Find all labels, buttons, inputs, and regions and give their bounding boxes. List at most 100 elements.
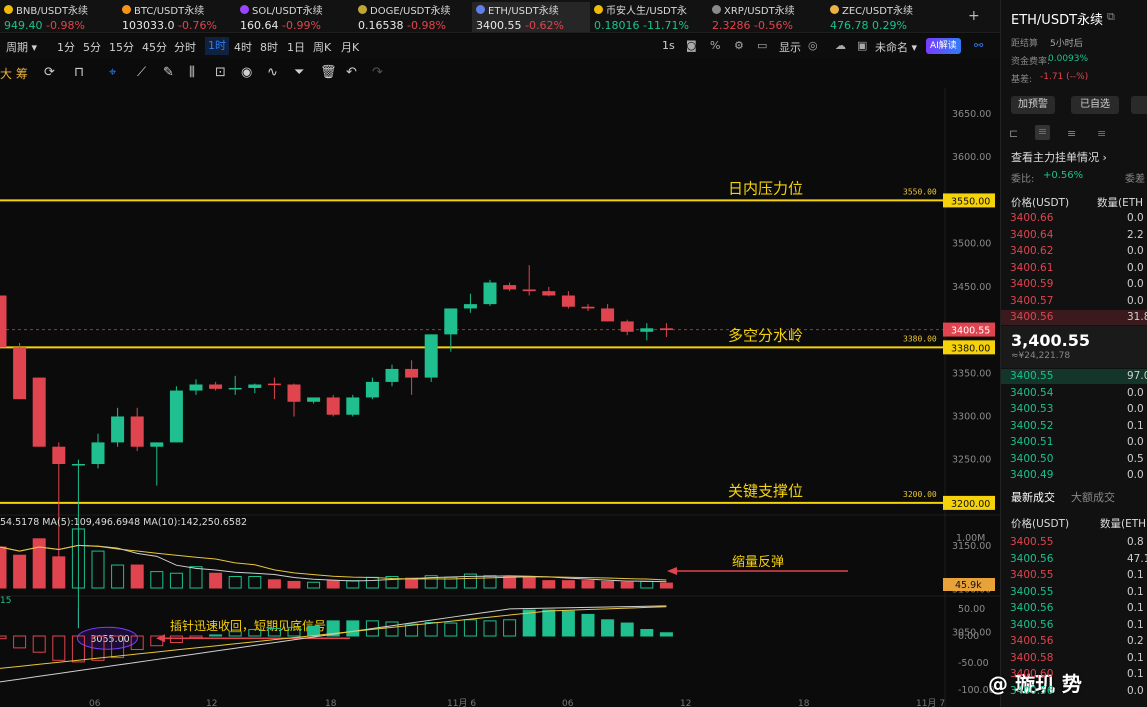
bid-price[interactable]: 3400.49 (1010, 469, 1053, 481)
layout-name-dropdown[interactable]: 未命名 ▾ (875, 39, 917, 55)
volume-bar (0, 546, 7, 589)
period-selector[interactable]: 周期 ▾ (6, 39, 37, 55)
crosshair-tool-icon[interactable]: ⌖ (109, 65, 116, 80)
brush-tool-icon[interactable]: ∿ (267, 65, 278, 80)
tab-latest-trades[interactable]: 最新成交 (1011, 489, 1055, 505)
bid-price[interactable]: 3400.51 (1010, 436, 1053, 448)
refresh-tool-icon[interactable]: ⟳ (44, 65, 55, 80)
tf-45m[interactable]: 45分 (142, 39, 167, 55)
ticker-symbol: BNB/USDT永续 (16, 6, 89, 17)
price-axis-label: 3650.00 (952, 109, 991, 120)
depth-bids-icon[interactable]: ≡ (1067, 127, 1076, 140)
add-alert-button[interactable]: 加预警 (1011, 96, 1055, 114)
depth-both-icon[interactable]: ⊏ (1009, 127, 1018, 140)
eye-icon[interactable]: ◎ (808, 39, 818, 52)
ask-price[interactable]: 3400.66 (1010, 212, 1053, 224)
ticker-tab[interactable]: 币安人生/USDT永 0.18016 -11.71% (590, 2, 708, 32)
ticker-tab[interactable]: DOGE/USDT永续 0.16538 -0.98% (354, 2, 472, 32)
ask-price[interactable]: 3400.56 (1010, 311, 1053, 323)
main-orders-link[interactable]: 查看主力挂单情况 › (1011, 149, 1107, 165)
tf-line[interactable]: 分时 (174, 39, 196, 55)
copy-icon[interactable]: ⧉ (1107, 10, 1115, 24)
magnet-tool-icon[interactable]: ⊓ (74, 65, 84, 80)
bid-price[interactable]: 3400.50 (1010, 453, 1053, 465)
level-annotation: 关键支撑位 (728, 482, 803, 500)
tf-week[interactable]: 周K (313, 39, 331, 55)
ask-price[interactable]: 3400.62 (1010, 245, 1053, 257)
more-button[interactable] (1131, 96, 1147, 114)
ticker-tab[interactable]: SOL/USDT永续 160.64 -0.99% (236, 2, 354, 32)
volume-bar (32, 538, 46, 589)
volume-bar (189, 566, 203, 589)
ruler-tool-icon[interactable]: ⟋ (137, 65, 146, 80)
ticker-tab[interactable]: BTC/USDT永续 103033.0 -0.76% (118, 2, 236, 32)
lock-tool-icon[interactable]: ⊡ (215, 65, 226, 80)
coin-icon (358, 5, 367, 14)
share-icon[interactable]: ⚯ (974, 39, 983, 52)
ask-price[interactable]: 3400.61 (1010, 262, 1053, 274)
trade-price: 3400.55 (1010, 585, 1054, 598)
display-button[interactable]: 显示 (779, 39, 801, 55)
ticker-tab[interactable]: ZEC/USDT永续 476.78 0.29% (826, 2, 944, 32)
tf-5m[interactable]: 5分 (83, 39, 101, 55)
delete-tool-icon[interactable]: 🗑 (320, 65, 337, 80)
ask-price[interactable]: 3400.59 (1010, 278, 1053, 290)
macd-bar (483, 620, 497, 637)
interval-1s[interactable]: 1s (662, 39, 675, 52)
tf-1m[interactable]: 1分 (57, 39, 75, 55)
candle-body (405, 368, 419, 378)
percent-icon[interactable]: % (710, 39, 720, 52)
ticker-tab[interactable]: XRP/USDT永续 2.3286 -0.56% (708, 2, 826, 32)
ticker-tab[interactable]: ETH/USDT永续 3400.55 -0.62% (472, 2, 590, 32)
settings-icon[interactable]: ⚙ (734, 39, 744, 52)
bid-price[interactable]: 3400.54 (1010, 387, 1053, 399)
pen-tool-icon[interactable]: ✎ (163, 65, 174, 80)
layout-icon[interactable]: ▣ (857, 39, 867, 52)
tf-4h[interactable]: 4时 (234, 39, 252, 55)
depth-all-icon[interactable]: ≡ (1035, 125, 1050, 140)
add-tab-button[interactable]: + (968, 8, 980, 24)
tab-big-trades[interactable]: 大额成交 (1071, 489, 1115, 505)
kline-chart[interactable]: 3650.00 3600.00 3550.00 3500.00 3450.00 3400.… (0, 88, 1000, 707)
ticker-last: 103033.0 (122, 19, 175, 32)
candle-body (13, 347, 27, 400)
candle-body (640, 328, 654, 332)
bid-price[interactable]: 3400.52 (1010, 420, 1053, 432)
candle-body (620, 321, 634, 332)
volume-bar (248, 576, 262, 589)
candle-body (503, 285, 517, 290)
tf-1d[interactable]: 1日 (287, 39, 305, 55)
bid-price[interactable]: 3400.53 (1010, 403, 1053, 415)
fib-tool-icon[interactable]: ⫼ (189, 65, 195, 80)
drawing-toolbar: 大 筹 ⟳ ⊓ ⌖ ⟋ ✎ ⫼ ⊡ ◉ ∿ ⏷ 🗑 ↶ ↷ (0, 58, 1000, 88)
filter-tool-icon[interactable]: ⏷ (294, 65, 304, 80)
tf-1h[interactable]: 1时 (205, 37, 229, 55)
bid-price[interactable]: 3400.55 (1010, 370, 1053, 382)
tf-8h[interactable]: 8时 (260, 39, 278, 55)
ratio-diff-label: 委差 (1125, 174, 1145, 185)
visibility-tool-icon[interactable]: ◉ (241, 65, 252, 80)
ticker-name: 币安人生/USDT永 (594, 2, 708, 17)
level-value-label: 3380.00 (903, 334, 937, 343)
ticker-tab[interactable]: BNB/USDT永续 949.40 -0.98% (0, 2, 118, 32)
redo-icon[interactable]: ↷ (372, 65, 383, 80)
candle-body (326, 397, 340, 415)
depth-asks-icon[interactable]: ≡ (1097, 127, 1106, 140)
macd-bar (209, 634, 223, 637)
ask-price[interactable]: 3400.57 (1010, 295, 1053, 307)
price-axis-label: 3350.00 (952, 368, 991, 379)
undo-icon[interactable]: ↶ (346, 65, 357, 80)
cloud-icon[interactable]: ☁ (835, 39, 846, 52)
candle-body (91, 442, 105, 465)
display-icon[interactable]: ▭ (757, 39, 767, 52)
macd-axis-label: -50.00 (958, 658, 989, 669)
tf-month[interactable]: 月K (341, 39, 359, 55)
camera-icon[interactable]: ◙ (686, 39, 697, 52)
ai-button[interactable]: AI解读 (926, 38, 961, 54)
favorite-button[interactable]: 已自选 (1071, 96, 1119, 114)
tf-15m[interactable]: 15分 (109, 39, 134, 55)
volume-bar (91, 550, 105, 589)
time-axis-label: 11月 7 (916, 698, 945, 707)
ask-price[interactable]: 3400.64 (1010, 229, 1053, 241)
macd-bar (463, 619, 477, 637)
